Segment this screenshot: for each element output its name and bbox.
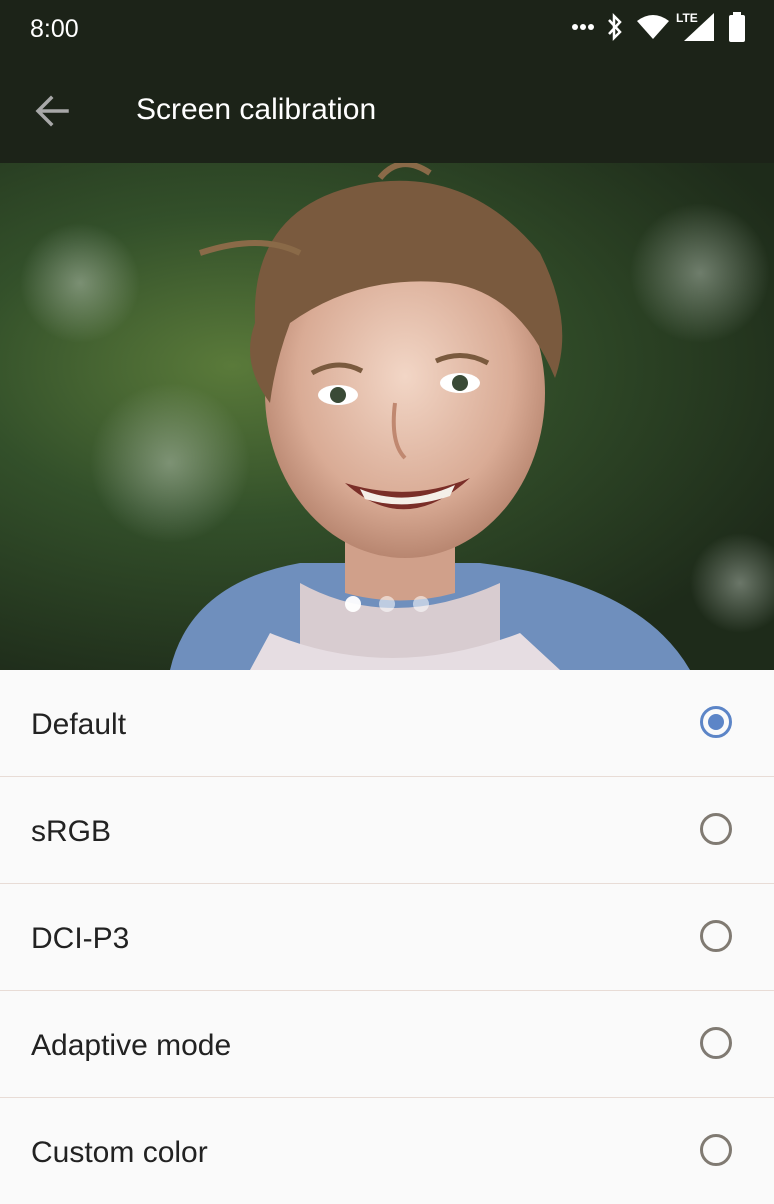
option-srgb[interactable]: sRGB	[0, 777, 774, 884]
option-dci-p3[interactable]: DCI-P3	[0, 884, 774, 991]
radio-adaptive-mode[interactable]	[700, 1027, 732, 1059]
option-label: Adaptive mode	[31, 1029, 232, 1062]
option-adaptive-mode[interactable]: Adaptive mode	[0, 991, 774, 1098]
option-label: DCI-P3	[31, 922, 130, 955]
preview-image[interactable]	[0, 163, 774, 670]
page-dot-2[interactable]	[379, 596, 395, 612]
calibration-options: Default sRGB DCI-P3 Adaptive mode Custom…	[0, 670, 774, 1204]
signal-icon: LTE	[676, 11, 716, 42]
more-dots-icon	[572, 23, 594, 31]
bluetooth-icon	[606, 12, 624, 42]
arrow-back-icon	[26, 95, 78, 141]
status-bar: 8:00 LTE	[0, 0, 774, 58]
battery-icon	[728, 12, 746, 42]
page-title: Screen calibration	[136, 93, 377, 126]
page-dot-1[interactable]	[345, 596, 361, 612]
radio-srgb[interactable]	[700, 813, 732, 845]
option-label: Custom color	[31, 1136, 208, 1169]
radio-default[interactable]	[700, 706, 732, 738]
app-bar: Screen calibration	[0, 58, 774, 163]
option-custom-color[interactable]: Custom color	[0, 1098, 774, 1204]
back-button[interactable]	[26, 85, 78, 137]
page-dot-3[interactable]	[413, 596, 429, 612]
status-icons: LTE	[572, 11, 746, 42]
option-label: sRGB	[31, 815, 112, 848]
radio-dci-p3[interactable]	[700, 920, 732, 952]
radio-custom-color[interactable]	[700, 1134, 732, 1166]
option-default[interactable]: Default	[0, 670, 774, 777]
status-time: 8:00	[30, 15, 79, 43]
network-type-label: LTE	[676, 11, 698, 25]
wifi-icon	[636, 14, 670, 40]
portrait-illustration	[20, 163, 774, 670]
option-label: Default	[31, 708, 127, 741]
page-indicator	[0, 596, 774, 612]
